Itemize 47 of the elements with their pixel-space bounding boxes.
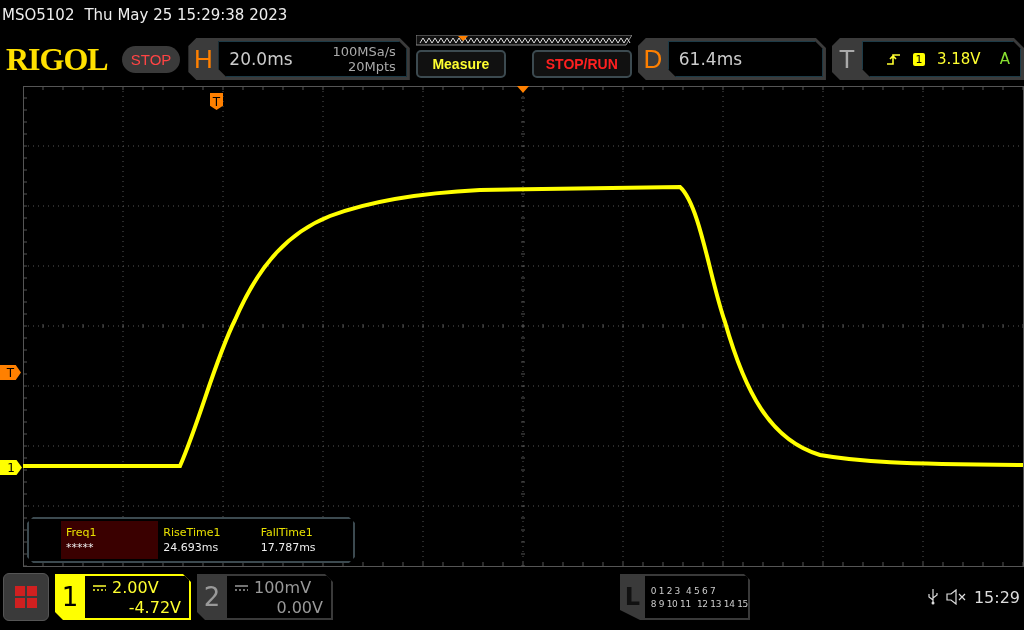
memory-depth: 20Mpts [347,59,396,74]
center-marker-icon [517,86,529,93]
measurement-item[interactable]: FallTime1 17.787ms [255,521,353,559]
channel-panel[interactable]: 1 2.00V -4.72V [55,574,191,620]
sample-rate: 100MSa/s [332,44,396,59]
date-time: Thu May 25 15:29:38 2023 [84,6,288,24]
model-name: MSO5102 [2,6,75,24]
measurement-name: RiseTime1 [163,526,222,539]
measurement-value: ***** [66,541,95,554]
trigger-level: 3.18V [936,50,981,68]
usb-icon [927,589,938,605]
trigger-mode: A [999,50,1010,68]
rising-edge-icon [886,52,901,66]
measurement-item[interactable]: RiseTime1 24.693ms [158,521,256,559]
trigger-panel[interactable]: T 1 3.18V A [831,38,1024,80]
horizontal-panel[interactable]: H 20.0ms 100MSa/s 20Mpts [188,38,410,80]
channel-panel[interactable]: 2 100mV 0.00V [197,574,333,620]
measurement-item[interactable]: Freq1 ***** [61,521,159,559]
stop-run-button[interactable]: STOP/RUN [531,49,632,78]
delay-value: 61.4ms [678,49,743,69]
timebase-value: 20.0ms [229,49,293,69]
trigger-source-badge: 1 [912,52,925,66]
channel-offset: -4.72V [128,598,181,618]
logic-channel-numbers: 0 1 2 3 [650,585,681,596]
dc-coupling-icon [93,585,106,591]
delay-panel[interactable]: D 61.4ms [637,38,826,80]
measurement-value: 17.787ms [260,541,317,554]
dc-coupling-icon [235,585,248,591]
trigger-marker: T [210,93,223,110]
logic-channel-numbers: 4 5 6 7 [686,585,716,596]
measure-button[interactable]: Measure [415,49,506,78]
channel-scale: 100mV [254,578,312,598]
brand-logo: RIGOL [6,40,109,78]
clock-time: 15:29 [973,587,1020,607]
logic-channel-numbers: 12 13 14 15 [696,598,748,609]
channel-offset: 0.00V [276,598,323,618]
measurement-name: Freq1 [66,526,98,539]
trigger-marker: T [0,365,21,380]
run-state-badge: STOP [121,45,181,73]
grid-icon [15,586,37,608]
channel-marker: 1 [0,460,22,475]
channel-scale: 2.00V [112,578,159,598]
speaker-muted-icon [945,589,966,605]
measurement-name: FallTime1 [260,526,314,539]
measurement-value: 24.693ms [163,541,220,554]
menu-button[interactable] [3,573,49,621]
logic-channel-numbers: 8 9 10 11 [650,598,691,609]
